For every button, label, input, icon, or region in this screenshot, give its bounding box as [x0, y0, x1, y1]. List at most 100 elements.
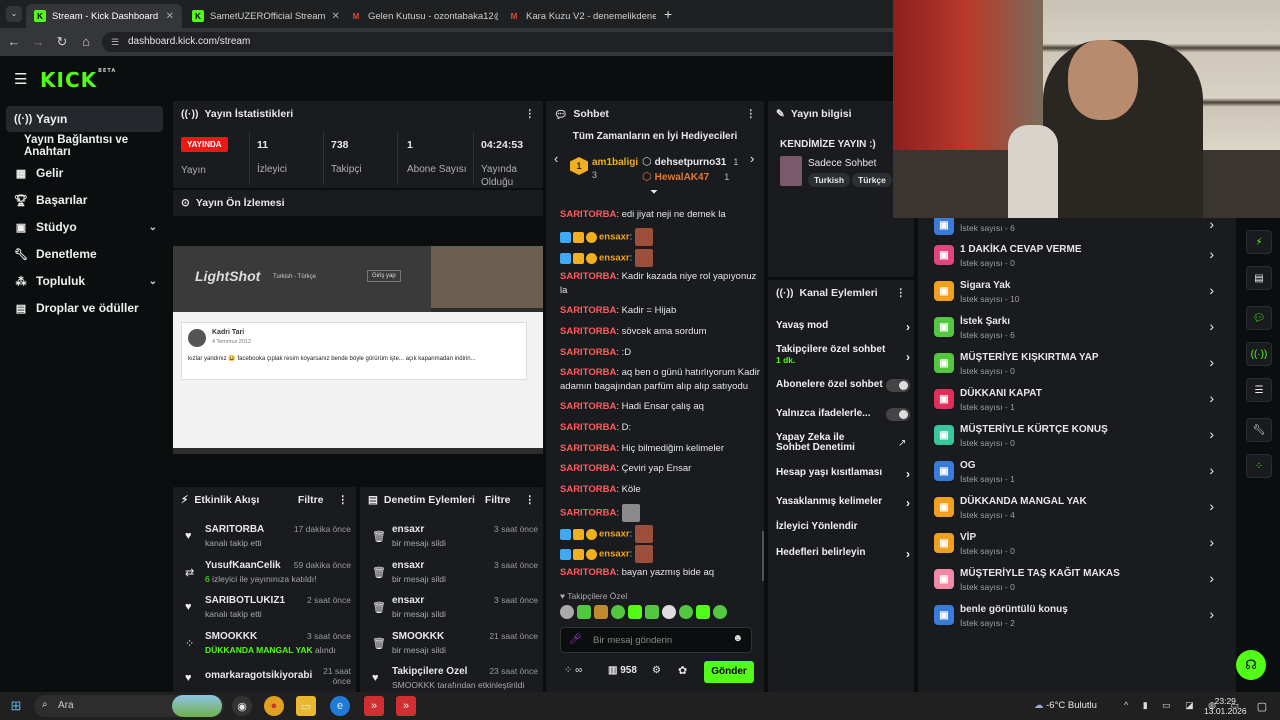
reward-item[interactable]: ▣ MÜŞTERİYE KIŞKIRTMA YAP İstek sayısı - 0… — [932, 350, 1222, 384]
taskbar-search[interactable]: ⌕ Ara — [34, 695, 224, 717]
chat-scrollbar[interactable] — [762, 531, 764, 581]
action-followers-only[interactable]: Takipçilere özel sohbet 1 dk. › — [776, 344, 910, 366]
support-button[interactable]: ☊ — [1236, 650, 1266, 680]
gift-icon[interactable]: ✿ — [678, 664, 687, 677]
reward-item[interactable]: ▣ VİP İstek sayısı - 0 › — [932, 530, 1222, 564]
gifter-2[interactable]: ⬡ dehsetpurno31 1 — [642, 155, 742, 168]
menu-icon[interactable]: ☰ — [14, 70, 27, 88]
chat-username[interactable]: SARITORBA — [560, 271, 616, 282]
more-icon[interactable]: ⋮ — [338, 494, 349, 506]
chat-username[interactable]: SARITORBA — [560, 209, 616, 220]
more-icon[interactable]: ⋮ — [896, 287, 907, 299]
preview-video[interactable]: LightShot Turkish - Türkçe Giriş yap Kad… — [173, 246, 543, 454]
chat-username[interactable]: SARITORBA — [560, 347, 616, 358]
emote-icon[interactable] — [577, 605, 591, 619]
emote-icon[interactable] — [594, 605, 608, 619]
home-icon[interactable]: ⌂ — [78, 34, 94, 50]
sidebar-item-droplar[interactable]: ▤ Droplar ve ödüller — [6, 295, 163, 321]
close-tab-icon[interactable]: ✕ — [331, 11, 339, 22]
gifter-3[interactable]: ⬡ HewalAK47 1 — [642, 170, 742, 183]
windows-start-icon[interactable]: ⊞ — [6, 696, 26, 716]
chat-username[interactable]: SARITORBA — [560, 443, 616, 454]
chat-input[interactable]: 🎤︎ Bir mesaj gönderin ☻ — [560, 627, 752, 653]
moderator-name[interactable]: SMOOKKK — [392, 631, 444, 642]
chat-username[interactable]: SARITORBA — [560, 567, 616, 578]
action-host[interactable]: İzleyici Yönlendir — [776, 521, 910, 532]
taskbar-app-icon[interactable]: ◉ — [232, 696, 252, 716]
more-icon[interactable]: ⋮ — [525, 108, 536, 120]
reward-item[interactable]: ▣ benle görüntülü konuş İstek sayısı - 2 › — [932, 602, 1222, 636]
more-icon[interactable]: ⋮ — [525, 494, 536, 506]
edge-icon[interactable]: e — [330, 696, 350, 716]
action-subscribers-only[interactable]: Abonelere özel sohbet — [776, 379, 910, 392]
emote-icon[interactable] — [713, 605, 727, 619]
sidebar-item-topluluk[interactable]: ⁂ Topluluk ⌄ — [6, 268, 163, 294]
category-name[interactable]: Sadece Sohbet — [808, 158, 876, 169]
activity-user[interactable]: SMOOKKK — [205, 631, 257, 642]
gifters-prev-icon[interactable]: ‹ — [554, 151, 558, 166]
quick-action-chat[interactable]: 💬︎ — [1246, 306, 1272, 330]
quick-action-wrench[interactable]: 🔧︎ — [1246, 418, 1272, 442]
chat-username[interactable]: ensaxr — [599, 253, 630, 264]
weather-widget[interactable]: ☁ -6°C Bulutlu — [1034, 700, 1097, 711]
moderator-name[interactable]: Takipçilere Özel — [392, 666, 467, 677]
app-icon-red-2[interactable]: » — [396, 696, 416, 716]
emote-icon[interactable] — [645, 605, 659, 619]
emote-only-toggle[interactable] — [886, 408, 910, 421]
chat-username[interactable]: SARITORBA — [560, 463, 616, 474]
browser-tab-kick-dashboard[interactable]: K Stream - Kick Dashboard ✕ — [26, 4, 182, 28]
close-tab-icon[interactable]: ✕ — [166, 11, 174, 22]
emote-icon[interactable] — [611, 605, 625, 619]
reward-item[interactable]: ▣ Sigara Yak İstek sayısı - 10 › — [932, 278, 1222, 312]
external-link-icon[interactable]: ↗ — [898, 438, 906, 449]
activity-user[interactable]: YusufKaanCelik — [205, 560, 281, 571]
emote-icon[interactable] — [628, 605, 642, 619]
collapse-icon[interactable]: ⏷ — [650, 187, 658, 198]
chat-username[interactable]: SARITORBA — [560, 326, 616, 337]
forward-icon[interactable]: → — [30, 34, 46, 50]
reward-item[interactable]: ▣ DÜKKANI KAPAT İstek sayısı - 1 › — [932, 386, 1222, 420]
url-field[interactable]: ☰ dashboard.kick.com/stream — [102, 32, 922, 52]
activity-user[interactable]: SARITORBA — [205, 524, 264, 535]
notifications-icon[interactable]: ▢ — [1252, 696, 1272, 716]
chat-username[interactable]: ensaxr — [599, 232, 630, 243]
filter-button[interactable]: Filtre — [298, 494, 324, 506]
chat-username[interactable]: ensaxr — [599, 549, 630, 560]
chat-username[interactable]: ensaxr — [599, 529, 630, 540]
chat-username[interactable]: SARITORBA — [560, 508, 616, 519]
reward-item[interactable]: ▣ MÜŞTERİYLE KÜRTÇE KONUŞ İstek sayısı - 0… — [932, 422, 1222, 456]
points-icon[interactable]: ⁘ ∞ — [564, 665, 582, 676]
emoji-icon[interactable]: ☻ — [732, 633, 743, 644]
quick-action-bolt[interactable]: ⚡︎ — [1246, 230, 1272, 254]
action-account-age[interactable]: Hesap yaşı kısıtlaması › — [776, 467, 910, 481]
back-icon[interactable]: ← — [6, 34, 22, 50]
mic-icon[interactable]: 🎤︎ — [569, 634, 582, 645]
sidebar-item-gelir[interactable]: ▦ Gelir — [6, 160, 163, 186]
kick-logo[interactable]: KICKBETA — [40, 68, 116, 92]
reward-item[interactable]: ▣ 1 DAKİKA CEVAP VERME İstek sayısı - 0 › — [932, 242, 1222, 276]
quick-action-settings[interactable]: ☰ — [1246, 378, 1272, 402]
sidebar-item-stream-key[interactable]: Yayın Bağlantısı ve Anahtarı — [6, 133, 172, 159]
activity-user[interactable]: omarkaragotsikiyorabi — [205, 670, 312, 681]
action-banned-words[interactable]: Yasaklanmış kelimeler › — [776, 496, 910, 510]
send-button[interactable]: Gönder — [704, 661, 754, 683]
clock[interactable]: 23:29 13.01.2026 — [1204, 696, 1247, 716]
chat-username[interactable]: SARITORBA — [560, 484, 616, 495]
moderator-name[interactable]: ensaxr — [392, 524, 424, 535]
sidebar-item-studyo[interactable]: ▣ Stüdyo ⌄ — [6, 214, 163, 240]
emote-icon[interactable] — [560, 605, 574, 619]
quick-action-document[interactable]: ▤ — [1246, 266, 1272, 290]
emote-icon[interactable] — [679, 605, 693, 619]
file-explorer-icon[interactable]: ▭ — [296, 696, 316, 716]
action-slow-mode[interactable]: Yavaş mod › — [776, 320, 910, 334]
emote-icon[interactable] — [662, 605, 676, 619]
action-goals[interactable]: Hedefleri belirleyin › — [776, 547, 910, 561]
emote-icon[interactable] — [696, 605, 710, 619]
reload-icon[interactable]: ↻ — [54, 34, 70, 50]
filter-button[interactable]: Filtre — [485, 494, 511, 506]
quick-action-broadcast[interactable]: ((·)) — [1246, 342, 1272, 366]
subscribers-only-toggle[interactable] — [886, 379, 910, 392]
sidebar-item-yayin[interactable]: ((·)) Yayın — [6, 106, 163, 132]
reward-item[interactable]: ▣ MÜŞTERİYLE TAŞ KAĞIT MAKAS İstek sayısı … — [932, 566, 1222, 600]
reward-item[interactable]: ▣ OG İstek sayısı - 1 › — [932, 458, 1222, 492]
